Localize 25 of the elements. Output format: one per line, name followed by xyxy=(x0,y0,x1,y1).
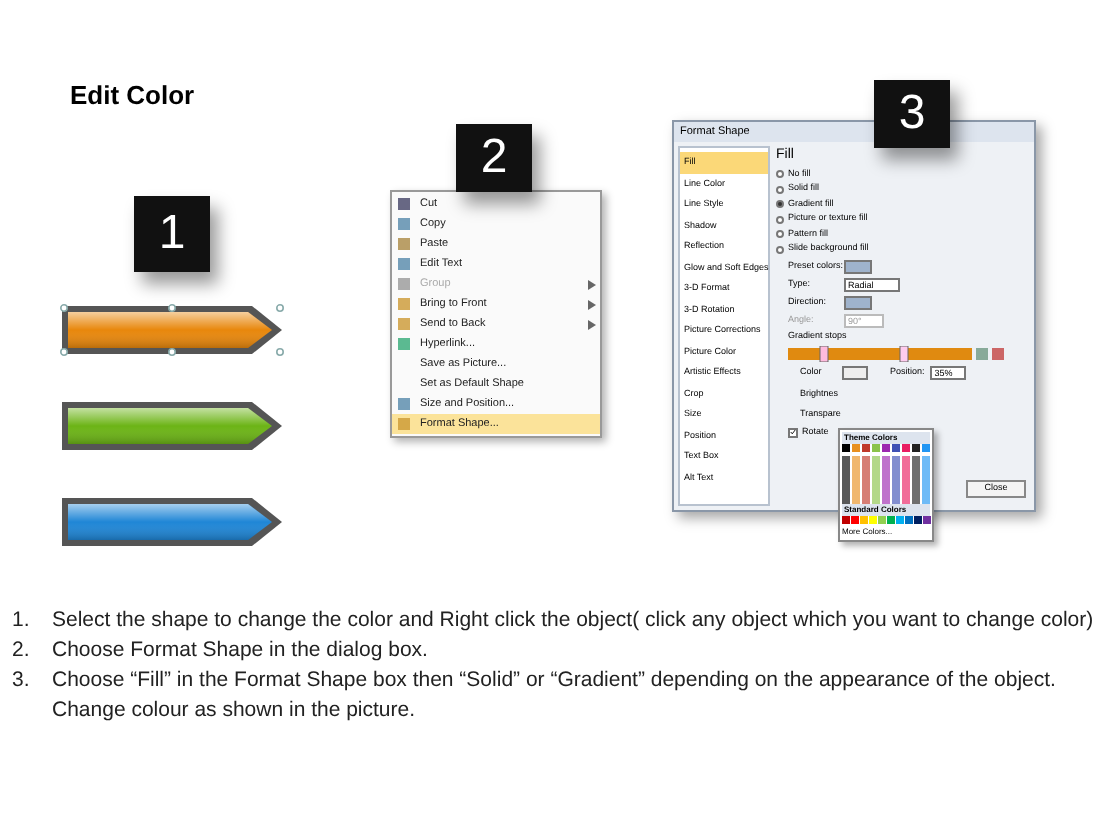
add-stop-icon[interactable] xyxy=(976,347,988,359)
instruction-text: Choose Format Shape in the dialog box. xyxy=(52,636,428,666)
step-badge: 1 xyxy=(134,196,210,272)
radio-button[interactable] xyxy=(776,200,784,209)
step-badge: 3 xyxy=(874,80,950,148)
radio-button[interactable] xyxy=(776,170,784,179)
step-badge: 2 xyxy=(456,124,532,192)
color-palette-drawing[interactable] xyxy=(842,444,932,504)
direction-dropdown[interactable] xyxy=(844,295,872,309)
radio-button[interactable] xyxy=(776,215,784,224)
list-number: 1. xyxy=(12,606,32,636)
instruction-text: Select the shape to change the color and Right click the object( click any object which you want to change color) xyxy=(52,606,1094,636)
gradient-stops-bar[interactable] xyxy=(788,345,972,361)
preset-dropdown[interactable] xyxy=(844,259,872,273)
standard-colors-drawing[interactable] xyxy=(842,516,932,526)
radio-button[interactable] xyxy=(776,230,784,239)
remove-stop-icon[interactable] xyxy=(992,347,1004,359)
color-dropdown[interactable] xyxy=(842,366,868,380)
radio-button[interactable] xyxy=(776,185,784,194)
radio-button[interactable] xyxy=(776,245,784,254)
instruction-text: Choose “Fill” in the Format Shape box then “Solid” or “Gradient” depending on the appearance of the object. Change colour as shown in the picture. xyxy=(52,666,1058,726)
checkbox[interactable] xyxy=(788,427,798,437)
list-number: 3. xyxy=(12,666,32,696)
list-number: 2. xyxy=(12,636,32,666)
slide-title: Edit Color xyxy=(70,78,195,114)
